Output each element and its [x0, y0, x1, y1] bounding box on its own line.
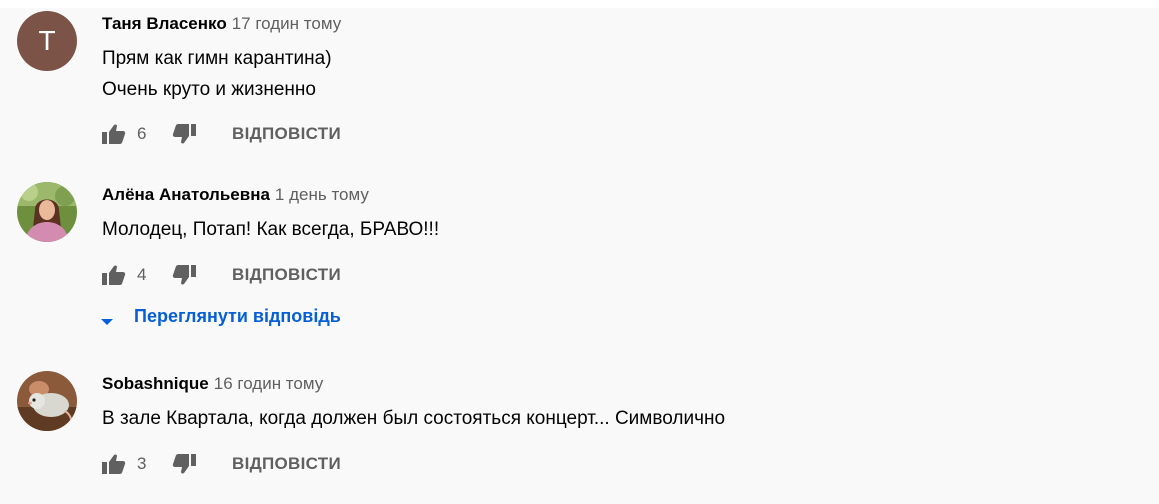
avatar[interactable]	[17, 182, 77, 242]
comment-item: Т Таня Власенко 17 годин тому Прям как ги…	[0, 0, 1159, 170]
avatar-photo	[17, 371, 77, 431]
comment-text-line: В зале Квартала, когда должен был состоя…	[102, 408, 726, 429]
comment-time[interactable]: 17 годин тому	[232, 14, 342, 33]
avatar-letter: Т	[38, 25, 56, 56]
thumb-down-icon[interactable]	[172, 264, 196, 286]
reply-button[interactable]: ВІДПОВІСТИ	[232, 265, 341, 285]
like-count: 4	[137, 265, 147, 284]
avatar[interactable]	[17, 371, 77, 431]
thumb-up-icon[interactable]	[102, 453, 126, 475]
avatar[interactable]: Т	[17, 11, 77, 71]
like-count: 3	[137, 454, 147, 473]
comment-header: Алёна Анатольевна 1 день тому	[102, 185, 369, 205]
comment-text-line: Очень круто и жизненно	[102, 79, 316, 100]
like-count: 6	[137, 124, 147, 143]
comment-header: Sobashnique 16 годин тому	[102, 374, 323, 394]
comment-time[interactable]: 16 годин тому	[214, 374, 324, 393]
thumb-up-icon[interactable]	[102, 264, 126, 286]
thumb-up-icon[interactable]	[102, 123, 126, 145]
view-replies-label: Переглянути відповідь	[134, 306, 341, 326]
reply-button[interactable]: ВІДПОВІСТИ	[232, 124, 341, 144]
author-name[interactable]: Sobashnique	[102, 374, 209, 393]
caret-down-icon	[100, 313, 114, 331]
author-name[interactable]: Алёна Анатольевна	[102, 185, 270, 204]
avatar-photo	[17, 182, 77, 242]
comment-text-line: Прям как гимн карантина)	[102, 48, 332, 69]
comment-header: Таня Власенко 17 годин тому	[102, 14, 341, 34]
author-name[interactable]: Таня Власенко	[102, 14, 227, 33]
reply-button[interactable]: ВІДПОВІСТИ	[232, 454, 341, 474]
thumb-down-icon[interactable]	[172, 453, 196, 475]
comment-text-line: Молодец, Потап! Как всегда, БРАВО!!!	[102, 219, 440, 240]
comment-time[interactable]: 1 день тому	[275, 185, 369, 204]
comment-item: Sobashnique 16 годин тому В зале Квартала…	[0, 360, 1159, 504]
thumb-down-icon[interactable]	[172, 123, 196, 145]
